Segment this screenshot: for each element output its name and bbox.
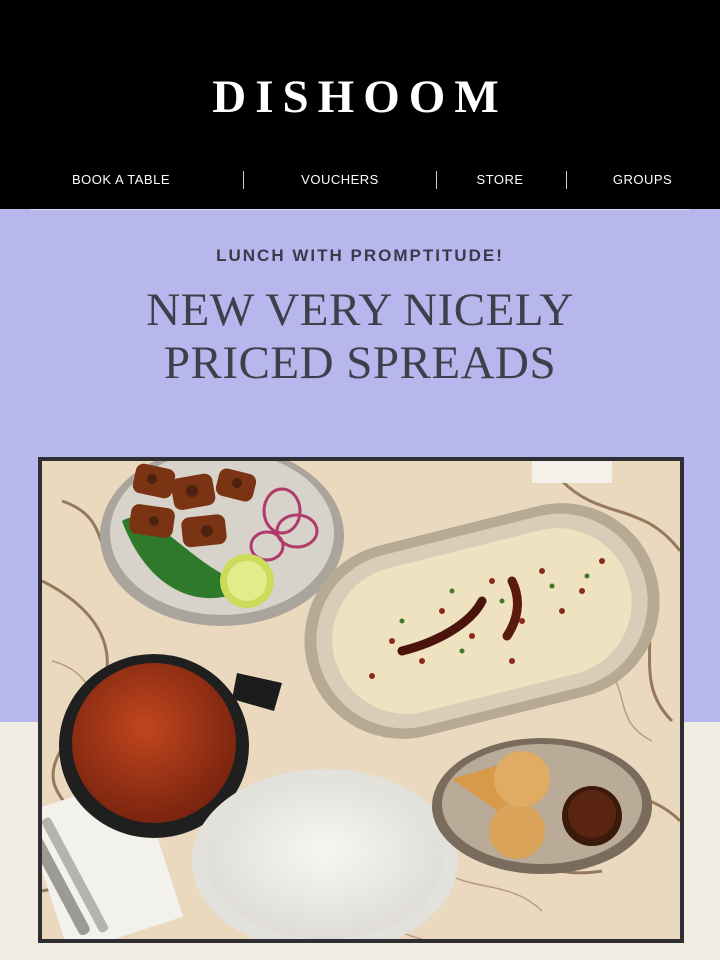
hero-headline-line2: PRICED SPREADS: [163, 337, 557, 389]
email-header: DISHOOM BOOK A TABLE VOUCHERS STORE GROU…: [0, 0, 720, 209]
nav-book-a-table[interactable]: BOOK A TABLE: [50, 172, 192, 187]
hero-top-rule: [30, 209, 690, 210]
top-nav: BOOK A TABLE VOUCHERS STORE GROUPS: [0, 168, 720, 194]
nav-divider: [243, 171, 244, 189]
nav-store[interactable]: STORE: [455, 172, 545, 187]
nav-groups[interactable]: GROUPS: [590, 172, 695, 187]
food-spread-illustration: [42, 461, 680, 939]
food-spread-photo[interactable]: [38, 457, 684, 943]
hero-headline: NEW VERY NICELY PRICED SPREADS: [0, 284, 720, 390]
nav-divider: [436, 171, 437, 189]
hero-headline-line1: NEW VERY NICELY: [146, 284, 574, 336]
samosa-tray: [432, 738, 652, 874]
dishoom-logo[interactable]: DISHOOM: [0, 70, 720, 124]
nav-vouchers[interactable]: VOUCHERS: [270, 172, 410, 187]
hero-kicker: LUNCH WITH PROMPTITUDE!: [216, 246, 504, 265]
nav-divider: [566, 171, 567, 189]
